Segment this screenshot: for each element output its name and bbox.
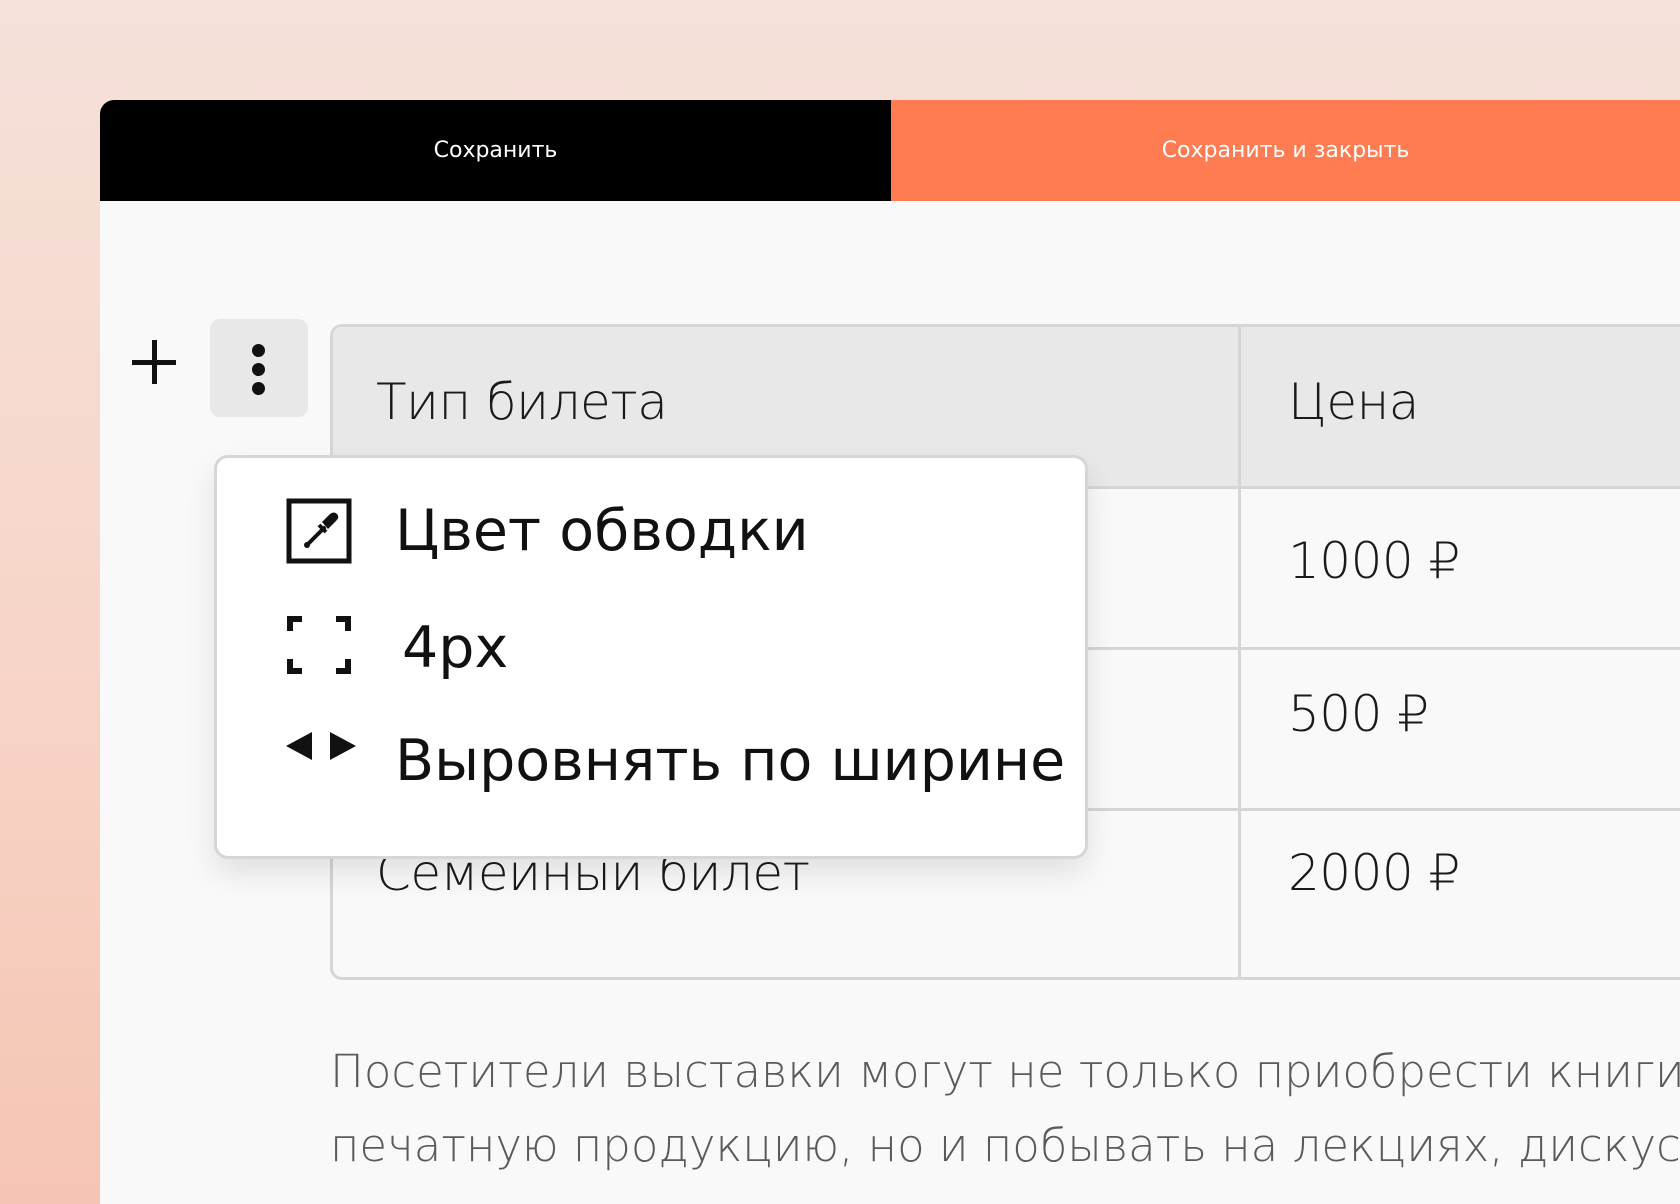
column-divider[interactable] <box>1238 327 1241 977</box>
vertical-dots-icon-dot <box>252 382 265 395</box>
menu-item-border-color[interactable]: Цвет обводки <box>217 478 1085 588</box>
menu-item-label: 4px <box>402 615 509 681</box>
table-options-menu: Цвет обводки 4px Выровнять по ширине <box>214 455 1088 859</box>
table-cell[interactable]: 500 ₽ <box>1288 685 1429 743</box>
body-paragraph[interactable]: Посетители выставки могут не только прио… <box>330 1035 1680 1183</box>
plus-icon[interactable] <box>128 336 180 388</box>
save-button[interactable]: Сохранить <box>100 100 891 201</box>
vertical-dots-icon <box>252 344 265 357</box>
paragraph-line: печатную продукцию, но и побывать на лек… <box>330 1119 1680 1172</box>
border-width-icon <box>286 615 352 679</box>
table-cell[interactable]: 1000 ₽ <box>1288 532 1460 590</box>
save-and-close-button[interactable]: Сохранить и закрыть <box>891 100 1680 201</box>
menu-item-label: Выровнять по ширине <box>395 728 1066 794</box>
menu-item-border-width[interactable]: 4px <box>217 598 1085 708</box>
vertical-dots-icon-dot <box>252 363 265 376</box>
table-cell[interactable]: 2000 ₽ <box>1288 844 1460 902</box>
stretch-horizontal-icon <box>286 728 356 768</box>
eyedropper-icon <box>286 498 352 568</box>
editor-window: Сохранить Сохранить и закрыть Тип билета… <box>100 100 1680 1204</box>
block-menu-button[interactable] <box>210 319 308 417</box>
editor-toolbar: Сохранить Сохранить и закрыть <box>100 100 1680 201</box>
header-cell-ticket-type[interactable]: Тип билета <box>376 373 668 431</box>
menu-item-label: Цвет обводки <box>395 498 809 564</box>
menu-item-stretch-width[interactable]: Выровнять по ширине <box>217 720 1085 830</box>
header-cell-price[interactable]: Цена <box>1288 373 1419 431</box>
paragraph-line: Посетители выставки могут не только прио… <box>330 1045 1680 1098</box>
